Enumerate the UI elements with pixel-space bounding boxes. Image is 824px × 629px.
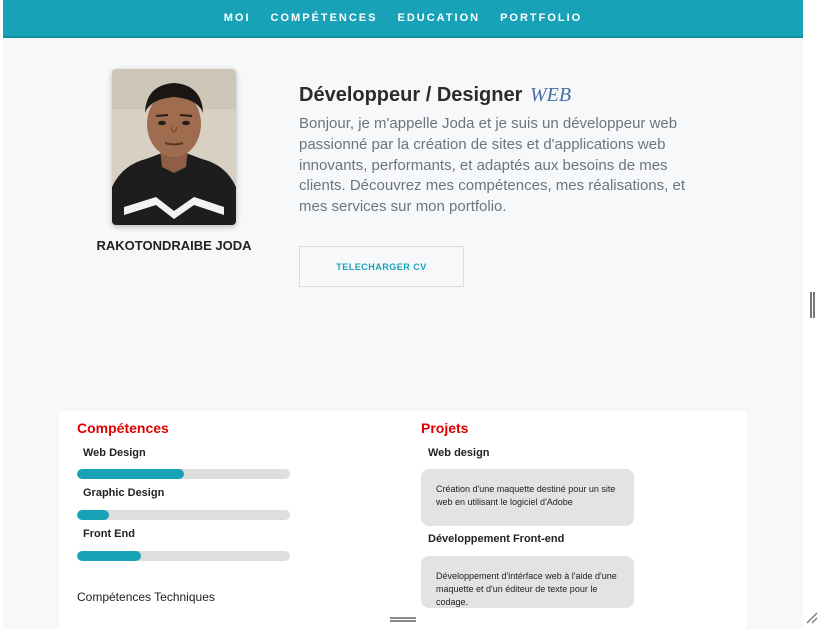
horizontal-resize-grip[interactable] [390,617,416,622]
project-description: Développement d'intérface web à l'aide d… [436,571,617,607]
intro-paragraph: Bonjour, je m'appelle Joda et je suis un… [299,115,685,216]
project-card-web-design[interactable]: Création d'une maquette destiné pour un … [421,469,634,526]
profile-name: RAKOTONDRAIBE JODA [96,238,252,253]
page-viewport: MOI COMPÉTENCES EDUCATION PORTFOLIO RAKO… [3,0,803,629]
nav-link-moi[interactable]: MOI [224,12,251,24]
headline-accent: WEB [529,84,572,106]
download-cv-button[interactable]: TELECHARGER CV [299,246,464,287]
vertical-resize-grip[interactable] [810,292,815,318]
headline-text: Développeur / Designer [299,84,523,106]
project-card-front-end[interactable]: Développement d'intérface web à l'aide d… [421,556,634,608]
project-description: Création d'une maquette destiné pour un … [436,484,616,507]
skills-projects-card: Compétences Web Design Graphic Design Fr… [59,411,747,629]
project-title-web-design: Web design [428,447,490,459]
page-headline: Développeur / Designer WEB [299,84,571,107]
skill-label-web-design: Web Design [83,447,146,459]
projects-section-title: Projets [421,420,469,436]
skill-bar-fill [77,510,109,520]
skill-bar-fill [77,469,184,479]
skill-label-graphic-design: Graphic Design [83,487,165,499]
profile-photo [112,69,236,225]
skill-bar-front-end [77,551,290,561]
project-title-front-end: Développement Front-end [428,533,565,545]
skill-bar-web-design [77,469,290,479]
nav-link-portfolio[interactable]: PORTFOLIO [500,12,582,24]
skill-label-front-end: Front End [83,528,135,540]
top-navbar: MOI COMPÉTENCES EDUCATION PORTFOLIO [3,0,803,38]
skill-bar-graphic-design [77,510,290,520]
nav-link-competences[interactable]: COMPÉTENCES [271,12,378,24]
skill-bar-fill [77,551,141,561]
profile-photo-image [112,69,236,225]
resize-corner-icon[interactable] [805,611,819,625]
nav-link-education[interactable]: EDUCATION [398,12,481,24]
technical-skills-title: Compétences Techniques [77,590,215,604]
skills-section-title: Compétences [77,420,169,436]
